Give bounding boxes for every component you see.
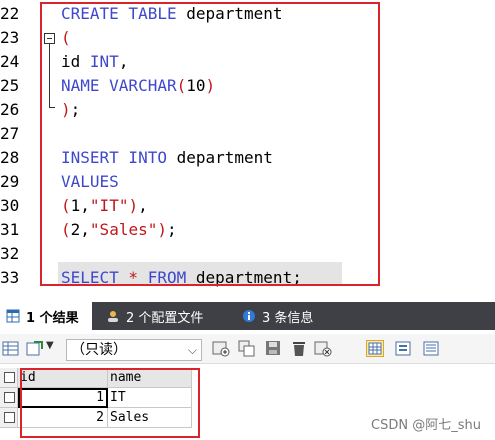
delete-icon[interactable]: [290, 340, 308, 357]
line-number: 27: [0, 124, 20, 143]
form-view-icon[interactable]: [394, 340, 412, 357]
tab-profiles[interactable]: 2 个配置文件: [100, 302, 230, 330]
read-only-mode-select[interactable]: （只读） ⌵: [66, 339, 202, 361]
line-number: 25: [0, 76, 20, 95]
line-number: 24: [0, 52, 20, 71]
line-number-gutter: 22 23 24 25 26 27 28 29 30 31 32 33: [0, 0, 22, 292]
line-number: 33: [0, 268, 20, 287]
line-number: 32: [0, 244, 20, 263]
save-icon[interactable]: [264, 340, 282, 357]
grid-view-icon[interactable]: [2, 340, 20, 357]
annotation-highlight-box: [20, 368, 200, 438]
row-checkbox[interactable]: [0, 408, 18, 428]
tab-label: 1 个结果: [26, 310, 79, 326]
select-value: （只读）: [71, 342, 127, 358]
select-all-checkbox[interactable]: [0, 368, 18, 388]
duplicate-row-icon[interactable]: [238, 340, 256, 357]
watermark: CSDN @阿七_shu: [371, 418, 481, 433]
results-toolbar: ▼ （只读） ⌵: [0, 334, 495, 364]
line-number: 22: [0, 4, 20, 23]
line-number: 29: [0, 172, 20, 191]
tab-label: 2 个配置文件: [126, 310, 204, 326]
tab-label: 3 条信息: [262, 310, 314, 326]
line-number: 28: [0, 148, 20, 167]
result-tabbar: 1 个结果 2 个配置文件 3 条信息: [0, 302, 495, 330]
profile-icon: [106, 309, 120, 323]
info-icon: [242, 309, 256, 323]
line-number: 23: [0, 28, 20, 47]
tab-results[interactable]: 1 个结果: [0, 302, 92, 330]
line-number: 30: [0, 196, 20, 215]
export-icon[interactable]: [26, 340, 44, 357]
text-view-icon[interactable]: [422, 340, 440, 357]
grid-layout-icon[interactable]: [366, 340, 384, 357]
line-number: 26: [0, 100, 20, 119]
table-result-icon: [6, 309, 20, 323]
chevron-down-icon[interactable]: ▼: [46, 340, 64, 357]
refresh-icon[interactable]: [314, 340, 332, 357]
add-row-icon[interactable]: [212, 340, 230, 357]
sql-editor[interactable]: 22 23 24 25 26 27 28 29 30 31 32 33 CREA…: [0, 0, 495, 292]
line-number: 31: [0, 220, 20, 239]
annotation-highlight-box: [40, 2, 380, 286]
chevron-down-icon: ⌵: [187, 343, 197, 357]
row-checkbox[interactable]: [0, 388, 18, 408]
tab-messages[interactable]: 3 条信息: [236, 302, 336, 330]
